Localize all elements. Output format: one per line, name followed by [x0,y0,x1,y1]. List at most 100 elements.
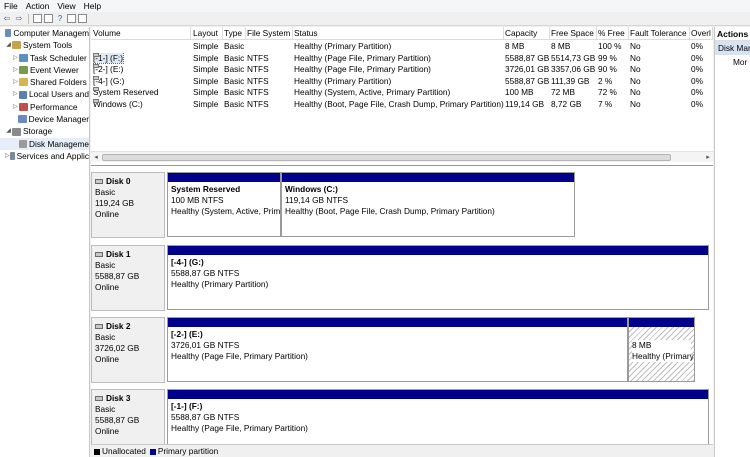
tree-item[interactable]: ▷ Local Users and [0,88,89,100]
partition-body: System Reserved 100 MB NTFS Healthy (Syste… [168,182,280,236]
volume-cell: No [630,98,641,109]
disk-drive-icon [95,252,103,257]
tree-node-icon [19,78,28,87]
partition-size: 119,14 GB NTFS [285,195,349,205]
scrollbar-thumb[interactable] [102,154,671,161]
disk-name-text: Disk 0 [106,176,131,186]
export-list-icon[interactable] [78,14,87,23]
disk-size: 5588,87 GB [95,271,140,281]
volume-disk-icon [93,87,99,91]
column-header[interactable]: Fault Tolerance [628,27,690,40]
tree-item[interactable]: ▷ Shared Folders [0,76,89,88]
disk-name: Disk 1 [95,249,162,260]
volume-row[interactable]: [-4-] (G:) Simple Basic NTFS Healthy (Primar… [91,75,713,88]
tree-node-icon [12,41,21,50]
partition-title: Windows (C:) [285,184,338,194]
volume-row[interactable]: [-1-] (F:) Simple Basic NTFS Healthy (Page F… [91,52,713,65]
disk-state: Online [95,354,119,364]
volume-cell: Basic [224,41,245,51]
menu-help[interactable]: Help [80,0,105,12]
horizontal-scrollbar[interactable]: ◂ ▸ [91,151,713,162]
volume-cell: NTFS [247,64,269,74]
volume-cell: NTFS [247,52,269,63]
collapsed-arrow-icon[interactable]: ▷ [12,52,19,64]
tree-item[interactable]: Device Manager [0,113,89,125]
column-header[interactable]: Type [222,27,246,40]
collapsed-arrow-icon[interactable]: ▷ [5,150,10,162]
column-header[interactable]: Volume [91,27,191,40]
volume-cell: No [630,52,641,63]
volume-name-text: Windows (C:) [93,98,143,109]
tree-item[interactable]: ▷ Services and Applic [0,150,89,162]
collapsed-arrow-icon[interactable]: ▷ [12,64,19,76]
partition-title: [-2-] (E:) [171,329,203,339]
column-header[interactable]: Overl [689,27,713,40]
volume-row[interactable]: [-2-] (E:) Simple Basic NTFS Healthy (Page F… [91,64,713,76]
tree-item[interactable]: Computer Managem [0,27,89,39]
back-arrow-icon[interactable]: ⇦ [2,14,12,24]
tree-item[interactable]: ▷ Task Scheduler [0,52,89,64]
tree-item[interactable]: Disk Manageme [0,137,89,150]
scroll-left-icon[interactable]: ◂ [91,152,101,163]
partition-block[interactable]: Windows (C:) 119,14 GB NTFS Healthy (Boot,… [281,172,575,237]
column-header[interactable]: Free Space [549,27,597,40]
volume-cell: 0% [691,75,703,86]
partition-block[interactable]: System Reserved 100 MB NTFS Healthy (Syste… [167,172,281,237]
volume-cell: NTFS [247,75,269,86]
partition-block[interactable]: [-4-] (G:) 5588,87 GB NTFS Healthy (Primar… [167,245,709,310]
tree-item[interactable]: ▷ Performance [0,101,89,113]
volume-cell: NTFS [247,98,269,109]
partition-type-bar [282,173,574,182]
volume-name: [-4-] (G:) [93,75,191,88]
scroll-right-icon[interactable]: ▸ [703,152,713,163]
disk-graphical-view: Disk 0 Basic 119,24 GB Online System Reserve… [91,165,713,457]
volume-cell: 100 MB [505,87,534,97]
disk-label[interactable]: Disk 1 Basic 5588,87 GB Online [91,245,165,311]
disk-label[interactable]: Disk 0 Basic 119,24 GB Online [91,172,165,238]
partition-body: [-4-] (G:) 5588,87 GB NTFS Healthy (Primar… [168,255,708,309]
tree-item[interactable]: ◢ Storage [0,125,89,137]
volume-cell: 8 MB [505,41,525,51]
partition-status: Healthy (Boot, Page File, Crash Dump, Pr… [285,206,495,216]
column-header[interactable]: Status [292,27,504,40]
collapsed-arrow-icon[interactable]: ▷ [12,76,19,88]
volume-row[interactable]: Simple Basic Healthy (Primary Partition) 8 … [91,41,713,53]
tree-node-icon [12,127,21,136]
menu-view[interactable]: View [53,0,79,12]
volume-cell: 111,39 GB [551,75,590,86]
actions-section-disk-management[interactable]: Disk Mar [715,41,750,55]
column-header[interactable]: % Free [596,27,629,40]
disk-label[interactable]: Disk 2 Basic 3726,02 GB Online [91,317,165,383]
expanded-arrow-icon[interactable]: ◢ [5,125,12,137]
forward-arrow-icon[interactable]: ⇨ [14,14,24,24]
show-hide-tree-icon[interactable] [44,14,53,23]
console-tree: Computer Managem ◢ System Tools ▷ Task Sched… [0,27,90,457]
menu-file[interactable]: File [0,0,22,12]
volume-cell: 119,14 GB [505,98,545,109]
help-icon[interactable]: ? [55,14,65,24]
collapsed-arrow-icon[interactable]: ▷ [12,101,19,113]
volume-name: [-2-] (E:) [93,64,191,76]
more-actions-link[interactable]: Mor [715,55,750,69]
volume-cell: Basic [224,75,245,86]
volume-row[interactable]: System Reserved Simple Basic NTFS Healthy (S… [91,87,713,99]
volume-cell: NTFS [247,87,269,97]
partition-block[interactable]: [-2-] (E:) 3726,01 GB NTFS Healthy (Page F… [167,317,628,382]
volume-list: Volume Layout Type File System Status Capacit… [91,27,713,135]
disk-type: Basic [95,260,116,270]
volume-row[interactable]: Windows (C:) Simple Basic NTFS Healthy (Boot… [91,98,713,111]
partition-text: Windows (C:) 119,14 GB NTFS Healthy (Boot,… [282,182,574,219]
column-header[interactable]: Layout [191,27,223,40]
properties-icon[interactable] [67,14,76,23]
up-folder-icon[interactable] [33,14,42,23]
legend-unallocated-label: Unallocated [102,446,146,456]
tree-item[interactable]: ▷ Event Viewer [0,64,89,76]
partition-block[interactable]: 8 MB Healthy (Primary [628,317,695,382]
collapsed-arrow-icon[interactable]: ▷ [12,88,19,100]
menu-action[interactable]: Action [22,0,54,12]
expanded-arrow-icon[interactable]: ◢ [5,39,12,51]
partition-type-bar [629,318,694,327]
tree-item[interactable]: ◢ System Tools [0,39,89,51]
column-header[interactable]: Capacity [503,27,550,40]
column-header[interactable]: File System [245,27,293,40]
